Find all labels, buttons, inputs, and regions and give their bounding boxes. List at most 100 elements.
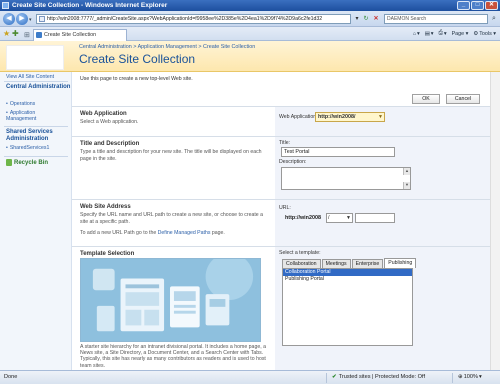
scroll-up-icon[interactable]: ▲	[403, 168, 410, 175]
section-title: Web Site Address	[80, 204, 131, 210]
tab-label: Create Site Collection	[44, 32, 97, 38]
chevron-down-icon: ▼	[346, 215, 351, 221]
tab-row: ★ ✚ ⊞ Create Site Collection ⌂ ▾ ▤ ▾ ⎙ ▾ Pa…	[0, 27, 500, 41]
window-title-bar: Create Site Collection - Windows Interne…	[0, 0, 500, 11]
nav-item-operations[interactable]: • Operations	[6, 101, 35, 107]
description-textarea[interactable]: ▲ ▼	[281, 167, 411, 190]
url-prefix: http://win2008	[285, 215, 321, 221]
tab-create-site-collection[interactable]: Create Site Collection	[33, 29, 127, 41]
nav-heading-central-administration[interactable]: Central Administration	[6, 84, 70, 91]
cancel-button[interactable]: Cancel	[446, 94, 480, 104]
recycle-bin-icon	[6, 159, 12, 166]
nav-divider	[4, 126, 68, 127]
section-description: Select a Web application.	[80, 119, 139, 125]
field-panel: URL: http://win2008 / ▼	[275, 200, 490, 246]
quick-tabs-icon[interactable]: ⊞	[24, 31, 30, 39]
search-icon[interactable]: ⌕	[489, 14, 499, 24]
nav-item-label: Application Management	[6, 110, 37, 122]
page-title: Create Site Collection	[79, 52, 196, 66]
command-bar: ⌂ ▾ ▤ ▾ ⎙ ▾ Page ▾ ⚙ Tools ▾	[413, 30, 496, 37]
intro-text: Use this page to create a new top-level …	[80, 76, 193, 82]
recycle-bin-link[interactable]: Recycle Bin	[6, 159, 48, 166]
url-name-input[interactable]	[355, 213, 395, 223]
bullet-icon: •	[6, 145, 8, 151]
title-input[interactable]: Test Portal	[281, 147, 395, 157]
status-text: Done	[4, 374, 18, 380]
web-application-label: Web Application:	[279, 114, 318, 120]
field-panel: Title: Test Portal Description: ▲ ▼	[275, 137, 490, 199]
refresh-icon[interactable]: ↻	[361, 14, 371, 24]
nav-heading-shared-services[interactable]: Shared Services Administration	[6, 129, 70, 143]
search-input[interactable]: DAEMON Search	[384, 14, 488, 24]
address-input[interactable]: http://win2008:7777/_admin/CreateSite.as…	[36, 14, 351, 24]
nav-item-sharedservices1[interactable]: • SharedServices1	[6, 145, 49, 151]
page-header: Central Administration > Application Man…	[0, 41, 500, 72]
search-placeholder: DAEMON Search	[387, 16, 427, 22]
form-buttons-top: OK Cancel	[412, 94, 480, 104]
template-list[interactable]: Collaboration Portal Publishing Portal	[282, 268, 413, 346]
view-all-site-content-link[interactable]: View All Site Content	[6, 74, 54, 80]
tab-collaboration[interactable]: Collaboration	[282, 259, 321, 268]
bullet-icon: •	[6, 101, 8, 107]
field-panel: Web Application: http://win2008/ ▼	[275, 107, 490, 136]
zoom-control[interactable]: ⊕ 100% ▾	[458, 371, 482, 384]
status-divider	[452, 373, 453, 383]
nav-divider	[4, 81, 68, 82]
page-content: Central Administration > Application Man…	[0, 41, 500, 370]
recent-pages-dropdown[interactable]: ▾	[29, 17, 32, 23]
section-title: Template Selection	[80, 251, 135, 257]
window-title: Create Site Collection - Windows Interne…	[12, 2, 168, 9]
print-button[interactable]: ⎙ ▾	[439, 30, 447, 37]
home-button[interactable]: ⌂ ▾	[413, 31, 420, 37]
page-scrollbar[interactable]	[490, 72, 500, 370]
recycle-bin-label: Recycle Bin	[14, 159, 49, 166]
maximize-button[interactable]: □	[471, 1, 484, 10]
nav-divider	[4, 156, 68, 157]
address-bar-row: ◀ ▶ ▾ http://win2008:7777/_admin/CreateS…	[0, 11, 500, 27]
tools-menu-label: Tools ▾	[479, 30, 496, 37]
feeds-button[interactable]: ▤ ▾	[425, 31, 434, 37]
url-label: URL:	[279, 205, 291, 211]
minimize-button[interactable]: _	[457, 1, 470, 10]
section-web-application: Web Application Select a Web application…	[72, 106, 490, 136]
tab-publishing[interactable]: Publishing	[384, 258, 417, 268]
page-icon	[39, 16, 45, 22]
feeds-dropdown: ▾	[430, 30, 434, 37]
web-application-value: http://win2008/	[318, 114, 356, 120]
nav-item-application-management[interactable]: • Application Management	[6, 110, 66, 122]
managed-paths-suffix: page.	[210, 230, 225, 237]
add-favorite-icon[interactable]: ✚	[12, 29, 19, 38]
title-label: Title:	[279, 140, 291, 146]
print-dropdown: ▾	[443, 30, 447, 37]
url-path-value: /	[328, 215, 330, 221]
list-item-publishing-portal[interactable]: Publishing Portal	[283, 276, 412, 283]
scroll-down-icon[interactable]: ▼	[403, 182, 410, 189]
back-button[interactable]: ◀	[3, 13, 15, 25]
url-path-select[interactable]: / ▼	[326, 213, 353, 223]
page-menu-button[interactable]: Page ▾	[452, 31, 469, 37]
managed-paths-text: To add a new URL Path go to the Define M…	[80, 230, 270, 237]
close-button[interactable]: ✕	[485, 1, 498, 10]
section-web-site-address: Web Site Address Specify the URL name an…	[72, 199, 490, 246]
breadcrumb[interactable]: Central Administration > Application Man…	[79, 44, 255, 50]
tab-meetings[interactable]: Meetings	[321, 259, 351, 268]
template-preview-image	[80, 258, 261, 342]
favorites-star-icon[interactable]: ★	[3, 29, 10, 38]
stop-icon[interactable]: ✕	[371, 14, 381, 24]
print-icon: ⎙	[438, 30, 443, 36]
tab-enterprise[interactable]: Enterprise	[351, 259, 384, 268]
field-panel: Select a template: Collaboration Meeting…	[275, 247, 490, 370]
sharepoint-tab-icon	[36, 32, 42, 38]
window-controls: _ □ ✕	[457, 1, 498, 10]
define-managed-paths-link[interactable]: Define Managed Paths	[158, 230, 211, 236]
ok-button[interactable]: OK	[412, 94, 440, 104]
nav-item-label: Operations	[9, 101, 36, 107]
tools-menu-button[interactable]: ⚙ Tools ▾	[473, 31, 496, 37]
home-icon: ⌂	[412, 30, 416, 37]
home-dropdown: ▾	[416, 30, 420, 37]
select-template-label: Select a template:	[279, 250, 321, 256]
address-url: http://win2008:7777/_admin/CreateSite.as…	[47, 16, 323, 22]
forward-button[interactable]: ▶	[16, 13, 28, 25]
web-application-select[interactable]: http://win2008/ ▼	[315, 112, 385, 122]
security-zone[interactable]: ✔ Trusted sites | Protected Mode: Off	[332, 371, 425, 384]
